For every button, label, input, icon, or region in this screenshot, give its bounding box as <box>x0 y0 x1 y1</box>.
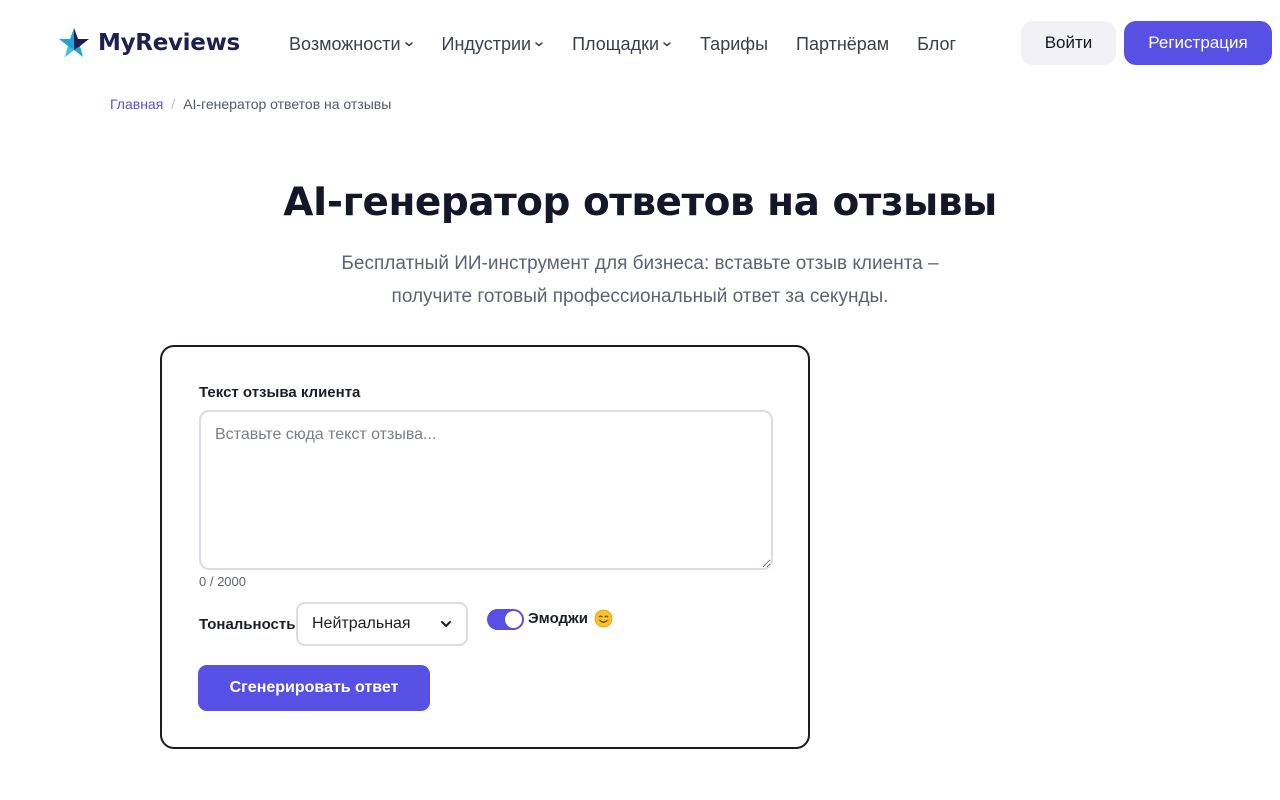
emoji-label-text: Эмоджи <box>528 610 588 627</box>
tone-label: Тональность <box>199 616 296 633</box>
nav-item-blog[interactable]: Блог <box>917 34 956 55</box>
emoji-toggle[interactable] <box>487 609 524 630</box>
nav-item-label: Тарифы <box>700 33 769 54</box>
smiling-face-icon <box>594 609 613 628</box>
character-counter: 0 / 2000 <box>199 574 246 589</box>
register-button[interactable]: Регистрация <box>1124 21 1272 65</box>
nav-item-label: Возможности <box>289 33 401 54</box>
nav-item-platforms[interactable]: Площадки <box>572 34 672 55</box>
nav-item-industries[interactable]: Индустрии <box>442 34 545 55</box>
star-logo-icon <box>59 28 89 57</box>
page-subtitle: Бесплатный ИИ-инструмент для бизнеса: вс… <box>290 247 990 313</box>
nav-item-label: Площадки <box>572 33 659 54</box>
chevron-down-icon <box>663 42 671 47</box>
review-text-input[interactable] <box>199 410 773 570</box>
toggle-knob <box>505 611 522 628</box>
chevron-down-icon <box>441 621 451 627</box>
tone-selected-value: Нейтральная <box>312 615 411 632</box>
page-subtitle-line-2: получите готовый профессиональный ответ … <box>391 286 889 307</box>
breadcrumb: Главная / AI-генератор ответов на отзывы <box>110 96 391 112</box>
site-header: MyReviews Возможности Индустрии Площадки… <box>0 0 1280 88</box>
brand-name: MyReviews <box>98 30 240 56</box>
review-text-label: Текст отзыва клиента <box>199 384 361 401</box>
generator-form-card: Текст отзыва клиента 0 / 2000 Тональност… <box>160 345 810 749</box>
login-button[interactable]: Войти <box>1021 21 1116 65</box>
brand-logo[interactable]: MyReviews <box>58 27 240 59</box>
nav-item-label: Блог <box>917 33 957 54</box>
main-nav: Возможности Индустрии Площадки Тарифы Па… <box>289 31 956 57</box>
chevron-down-icon <box>404 42 413 47</box>
nav-item-pricing[interactable]: Тарифы <box>700 34 768 55</box>
page-subtitle-line-1: Бесплатный ИИ-инструмент для бизнеса: вс… <box>341 253 939 274</box>
nav-item-label: Партнёрам <box>796 33 890 54</box>
nav-item-label: Индустрии <box>441 33 532 54</box>
nav-item-features[interactable]: Возможности <box>289 34 414 55</box>
page-title: AI-генератор ответов на отзывы <box>283 180 997 225</box>
breadcrumb-current: AI-генератор ответов на отзывы <box>183 96 392 112</box>
breadcrumb-separator: / <box>171 96 176 112</box>
nav-item-partners[interactable]: Партнёрам <box>796 34 889 55</box>
chevron-down-icon <box>535 42 543 47</box>
breadcrumb-home-link[interactable]: Главная <box>110 96 163 112</box>
emoji-label: Эмоджи <box>528 609 613 628</box>
tone-select[interactable]: Нейтральная <box>296 602 468 646</box>
generate-response-button[interactable]: Сгенерировать ответ <box>198 665 430 711</box>
